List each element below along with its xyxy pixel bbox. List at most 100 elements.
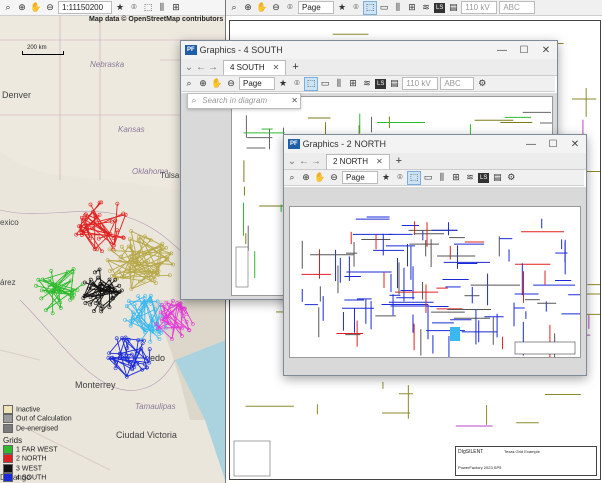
columns-icon[interactable]: ⫼	[436, 172, 448, 184]
page-select[interactable]: Page	[298, 1, 334, 14]
binoculars2-icon[interactable]: ⌾	[350, 2, 362, 14]
search-icon[interactable]: ⌕	[183, 78, 195, 90]
tab-close-icon[interactable]: ✕	[273, 63, 280, 72]
title-block-brand: DIgSILENT	[458, 449, 484, 455]
minimize-icon[interactable]: —	[491, 45, 513, 56]
forward-arrow-icon[interactable]: →	[310, 156, 322, 167]
legend-state-swatch	[3, 414, 13, 424]
voltage-select[interactable]: 110 kV	[402, 77, 439, 90]
select-icon[interactable]: ⬚	[363, 0, 377, 15]
search-icon[interactable]: ⌕	[286, 172, 298, 184]
layers-icon[interactable]: ≋	[361, 78, 373, 90]
main-toolbar: ⌕ ⊕ ✋ ⊖ ⌾ Page ★ ⌾ ⬚ ▭ ⫼ ⊞ ≋ LS ▤ 110 kV…	[226, 0, 602, 16]
legend-grid-label: 4 SOUTH	[16, 474, 47, 482]
mode-badge[interactable]: LS	[375, 78, 387, 89]
star-icon[interactable]: ★	[336, 2, 348, 14]
add-tab-icon[interactable]: +	[292, 61, 298, 73]
select-icon[interactable]: ⬚	[407, 170, 421, 185]
search-icon[interactable]: ⌕	[228, 2, 240, 14]
forward-arrow-icon[interactable]: →	[207, 62, 219, 73]
grid-icon[interactable]: ⊞	[170, 2, 182, 14]
window-titlebar-north[interactable]: PF Graphics - 2 NORTH — ☐ ✕	[284, 135, 586, 153]
zoom-in-icon[interactable]: ⊕	[300, 172, 312, 184]
search-box-south[interactable]: ⌕ Search in diagram ✕	[187, 93, 301, 109]
diagram-title-block	[514, 341, 576, 355]
mode-badge[interactable]: LS	[434, 2, 446, 13]
columns-icon[interactable]: ⫼	[392, 2, 404, 14]
columns-icon[interactable]: ⫼	[333, 78, 345, 90]
chevron-down-icon[interactable]: ⌄	[286, 156, 298, 167]
scale-select[interactable]: 1:11150200	[58, 1, 112, 14]
layers-icon[interactable]: ≋	[464, 172, 476, 184]
select-icon[interactable]: ⬚	[142, 2, 154, 14]
columns-icon[interactable]: ⫼	[156, 2, 168, 14]
minimize-icon[interactable]: —	[520, 139, 542, 150]
settings-icon[interactable]: ⚙	[476, 78, 488, 90]
page-select[interactable]: Page	[239, 77, 275, 90]
binoculars-icon[interactable]: ⌾	[284, 2, 296, 14]
graphics-window-north[interactable]: PF Graphics - 2 NORTH — ☐ ✕ ⌄ ← → 2 NORT…	[283, 134, 587, 376]
grid-icon[interactable]: ⊞	[406, 2, 418, 14]
zoom-in-icon[interactable]: ⊕	[242, 2, 254, 14]
maximize-icon[interactable]: ☐	[513, 45, 535, 56]
window-titlebar-south[interactable]: PF Graphics - 4 SOUTH — ☐ ✕	[181, 41, 557, 59]
place-label-nebraska: Nebraska	[90, 60, 125, 69]
tab-2-north[interactable]: 2 NORTH ✕	[326, 153, 390, 169]
back-arrow-icon[interactable]: ←	[195, 62, 207, 73]
tab-close-icon[interactable]: ✕	[376, 157, 383, 166]
grid-line	[140, 348, 150, 363]
chart-icon[interactable]: ▤	[447, 2, 459, 14]
legend-state-list: Inactive Out of Calculation De-energised	[3, 405, 75, 433]
close-icon[interactable]: ✕	[535, 45, 557, 56]
rectangle-icon[interactable]: ▭	[378, 2, 390, 14]
search-icon[interactable]: ⌕	[2, 2, 14, 14]
chevron-down-icon[interactable]: ⌄	[183, 62, 195, 73]
label-select[interactable]: ABC	[440, 77, 475, 90]
rectangle-icon[interactable]: ▭	[319, 78, 331, 90]
close-search-icon[interactable]: ✕	[291, 94, 298, 108]
hand-icon[interactable]: ✋	[314, 172, 326, 184]
place-label-kansas: Kansas	[118, 125, 145, 134]
binoculars-icon[interactable]: ⌾	[128, 2, 140, 14]
voltage-select[interactable]: 110 kV	[461, 1, 498, 14]
zoom-in-icon[interactable]: ⊕	[16, 2, 28, 14]
diagram-legend-box	[233, 440, 271, 477]
page-select[interactable]: Page	[342, 171, 378, 184]
add-tab-icon[interactable]: +	[396, 155, 402, 167]
chart-icon[interactable]: ▤	[388, 78, 400, 90]
binoculars-icon[interactable]: ⌾	[291, 78, 303, 90]
label-select[interactable]: ABC	[499, 1, 536, 14]
single-line-diagram-north[interactable]	[290, 207, 580, 357]
zoom-out-icon[interactable]: ⊖	[225, 78, 237, 90]
star-icon[interactable]: ★	[277, 78, 289, 90]
hand-icon[interactable]: ✋	[256, 2, 268, 14]
settings-icon[interactable]: ⚙	[505, 172, 517, 184]
grid-line	[136, 363, 143, 370]
legend-grid-swatch	[3, 463, 13, 473]
close-icon[interactable]: ✕	[564, 139, 586, 150]
legend-state-label: Inactive	[16, 406, 41, 414]
star-icon[interactable]: ★	[380, 172, 392, 184]
select-icon[interactable]: ⬚	[304, 76, 318, 91]
maximize-icon[interactable]: ☐	[542, 139, 564, 150]
chart-icon[interactable]: ▤	[491, 172, 503, 184]
grid-icon[interactable]: ⊞	[347, 78, 359, 90]
legend-state-item: De-energised	[3, 423, 75, 433]
zoom-out-icon[interactable]: ⊖	[44, 2, 56, 14]
back-arrow-icon[interactable]: ←	[298, 156, 310, 167]
zoom-out-icon[interactable]: ⊖	[270, 2, 282, 14]
star-icon[interactable]: ★	[114, 2, 126, 14]
rectangle-icon[interactable]: ▭	[422, 172, 434, 184]
layers-icon[interactable]: ≋	[420, 2, 432, 14]
diagram-page-north[interactable]	[289, 206, 581, 358]
hand-icon[interactable]: ✋	[30, 2, 42, 14]
mode-badge[interactable]: LS	[478, 172, 490, 183]
search-input[interactable]: Search in diagram	[202, 96, 267, 105]
hand-icon[interactable]: ✋	[211, 78, 223, 90]
legend-grid-item: 2 NORTH	[3, 454, 75, 464]
zoom-out-icon[interactable]: ⊖	[328, 172, 340, 184]
grid-icon[interactable]: ⊞	[450, 172, 462, 184]
binoculars-icon[interactable]: ⌾	[394, 172, 406, 184]
tab-4-south[interactable]: 4 SOUTH ✕	[223, 59, 287, 75]
zoom-in-icon[interactable]: ⊕	[197, 78, 209, 90]
